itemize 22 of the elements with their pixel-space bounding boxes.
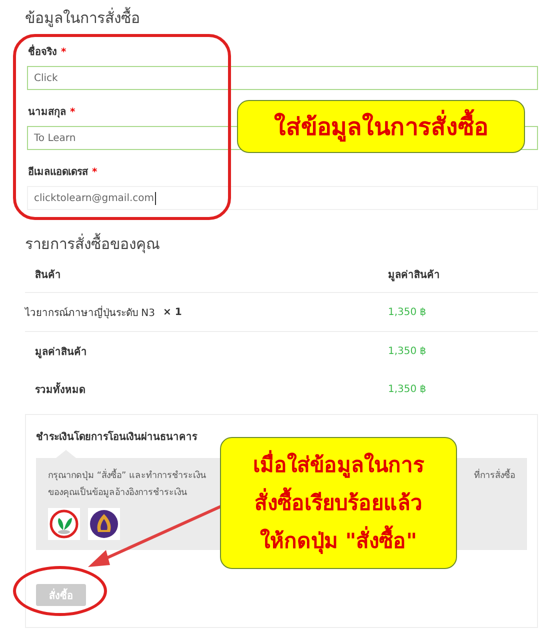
input-field[interactable]: clicktolearn@gmail.com — [27, 186, 538, 210]
input-field[interactable]: Click — [27, 66, 538, 90]
column-header: สินค้า — [34, 268, 62, 282]
annotation-tooltip: เมื่อใส่ข้อมูลในการ สั่งซื้อเรียบร้อยแล้ว ให้กดปุ่ม "สั่งซื้อ" — [220, 437, 457, 569]
note-text: ที่การสั่งซื้อ — [474, 468, 515, 485]
field-label: นามสกุล * — [28, 106, 76, 120]
section-title: รายการสั่งซื้อของคุณ — [25, 232, 161, 256]
product-name: ไวยากรณ์ภาษาญี่ปุ่นระดับ N3 — [25, 304, 156, 320]
payment-title: ชำระเงินโดยการโอนเงินผ่านธนาคาร — [36, 430, 198, 444]
total-label: รวมทั้งหมด — [25, 382, 388, 396]
annotation-tooltip: ใส่ข้อมูลในการสั่งซื้อ — [237, 100, 525, 153]
column-header: มูลค่าสินค้า — [388, 268, 441, 282]
field-label: อีเมลแอดเดรส * — [28, 166, 98, 180]
total-label: มูลค่าสินค้า — [34, 345, 88, 358]
quantity: × 1 — [163, 306, 182, 318]
field-label: ชื่อจริง * — [28, 46, 538, 60]
price: 1,350 ฿ — [388, 384, 428, 394]
note-text: กรุณากดปุ่ม “สั่งซื้อ” และทำการชำระเงิน — [48, 468, 206, 485]
note-text: ของคุณเป็นข้อมูลอ้างอิงการชำระเงิน — [48, 488, 187, 498]
price: 1,350 ฿ — [388, 306, 428, 318]
price: 1,350 ฿ — [388, 346, 428, 356]
section-title: ข้อมูลในการสั่งซื้อ — [25, 6, 141, 29]
